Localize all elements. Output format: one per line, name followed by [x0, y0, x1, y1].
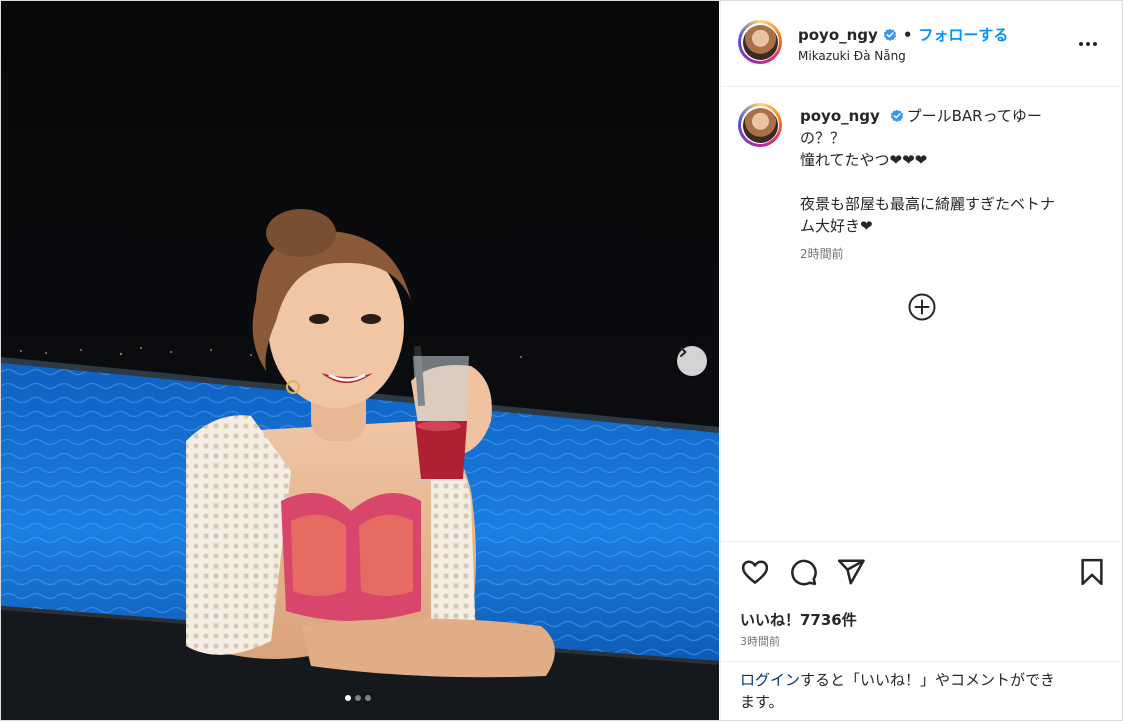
post-media[interactable] — [1, 1, 719, 720]
verified-badge-icon — [890, 109, 903, 122]
carousel-dot — [355, 695, 361, 701]
header-separator: • — [902, 25, 913, 44]
more-horizontal-icon[interactable] — [1077, 33, 1099, 55]
login-divider — [721, 661, 1122, 662]
caption-line: の？？ — [800, 129, 846, 147]
post-photo — [1, 1, 719, 720]
action-bar — [721, 557, 1122, 591]
follow-button[interactable]: フォローする — [918, 24, 1008, 45]
post-caption: poyo_ngy プールBARってゆー の？？ 憧れてたやつ❤︎❤︎❤︎ 夜景も… — [800, 105, 1060, 237]
login-link[interactable]: ログイン — [740, 671, 800, 689]
caption-line: 憧れてたやつ❤︎❤︎❤︎ — [800, 151, 928, 169]
login-prompt-text-end: ます。 — [740, 693, 784, 711]
actions-divider — [721, 541, 1122, 542]
comment-icon[interactable] — [788, 557, 818, 587]
carousel-dot-active — [345, 695, 351, 701]
author-avatar[interactable] — [738, 20, 782, 64]
send-icon[interactable] — [836, 557, 866, 587]
caption-line: ム大好き❤︎ — [800, 217, 873, 235]
post-sidebar: poyo_ngy • フォローする Mikazuki Đà Nẵng poyo_… — [720, 1, 1122, 720]
post-location[interactable]: Mikazuki Đà Nẵng — [798, 49, 906, 63]
instagram-post-embed: poyo_ngy • フォローする Mikazuki Đà Nẵng poyo_… — [0, 0, 1123, 721]
caption-line: 夜景も部屋も最高に綺麗すぎたベトナ — [800, 195, 1056, 213]
chevron-right-icon — [680, 347, 687, 357]
login-prompt: ログインすると「いいね！」やコメントができ ます。 — [740, 669, 1110, 713]
like-count[interactable]: いいね！7736件 — [740, 609, 857, 630]
carousel-next-button[interactable] — [677, 346, 707, 376]
post-timestamp[interactable]: 3時間前 — [740, 633, 780, 649]
verified-badge-icon — [883, 28, 896, 41]
post-header: poyo_ngy • フォローする — [798, 24, 1008, 45]
author-username[interactable]: poyo_ngy — [798, 26, 878, 44]
caption-timestamp[interactable]: 2時間前 — [800, 245, 844, 262]
bookmark-icon[interactable] — [1077, 557, 1107, 587]
carousel-dot — [365, 695, 371, 701]
carousel-indicator — [345, 695, 371, 701]
plus-circle-icon[interactable] — [907, 292, 937, 322]
login-prompt-text: すると「いいね！」やコメントができ — [800, 671, 1056, 689]
caption-username[interactable]: poyo_ngy — [800, 107, 880, 125]
heart-icon[interactable] — [740, 557, 770, 587]
caption-line: プールBARってゆー — [906, 107, 1042, 125]
caption-avatar[interactable] — [738, 103, 782, 147]
header-divider — [721, 86, 1122, 87]
avatar-image — [742, 24, 778, 60]
avatar-image — [742, 107, 778, 143]
